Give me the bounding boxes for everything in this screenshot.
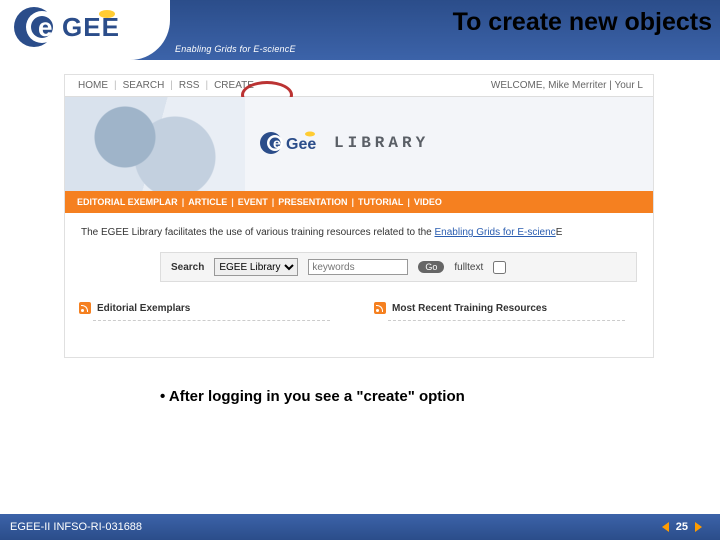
nav-search[interactable]: SEARCH — [120, 80, 168, 91]
nav-sep: | — [167, 80, 176, 91]
fulltext-label: fulltext — [454, 262, 483, 273]
intro-prefix: The EGEE Library facilitates the use of … — [81, 227, 435, 238]
search-go-button[interactable]: Go — [418, 261, 444, 273]
footer-right: 25 — [662, 521, 720, 533]
tab-video[interactable]: VIDEO — [414, 197, 442, 207]
tab-editorial[interactable]: EDITORIAL EXEMPLAR — [77, 197, 178, 207]
svg-text:Gee: Gee — [286, 136, 316, 153]
welcome-trail: | Your L — [609, 80, 643, 91]
fulltext-checkbox[interactable] — [493, 261, 506, 274]
slide-bullet: • After logging in you see a "create" op… — [160, 388, 465, 405]
rss-icon[interactable] — [79, 302, 91, 314]
intro-link[interactable]: Enabling Grids for E-scienc — [435, 227, 556, 238]
tab-article[interactable]: ARTICLE — [188, 197, 227, 207]
columns: Editorial Exemplars Most Recent Training… — [65, 282, 653, 327]
page-number: 25 — [673, 521, 691, 533]
slide-header: GEE e Enabling Grids for E-sciencE To cr… — [0, 0, 720, 60]
egee-mini-logo: e Gee — [260, 129, 328, 157]
left-col-heading: Editorial Exemplars — [79, 302, 344, 314]
nav-sep: | — [202, 80, 211, 91]
next-slide-icon[interactable] — [695, 522, 702, 532]
footer-left: EGEE-II INFSO-RI-031688 — [0, 521, 142, 533]
intro-text: The EGEE Library facilitates the use of … — [65, 213, 653, 248]
search-keywords-input[interactable] — [308, 259, 408, 275]
search-label: Search — [171, 262, 204, 273]
slide-title: To create new objects — [453, 8, 712, 37]
svg-text:e: e — [273, 135, 281, 151]
library-topnav: HOME | SEARCH | RSS | CREATE WELCOME, Mi… — [65, 75, 653, 97]
library-banner: e Gee LIBRARY — [65, 97, 653, 191]
right-col-heading: Most Recent Training Resources — [374, 302, 639, 314]
svg-text:e: e — [38, 12, 52, 42]
tab-tutorial[interactable]: TUTORIAL — [358, 197, 403, 207]
divider — [388, 320, 625, 321]
welcome-user: Mike Merriter — [548, 80, 606, 91]
search-row: Search EGEE Library Go fulltext — [160, 252, 637, 282]
logo-container: GEE e — [0, 0, 170, 60]
library-word: LIBRARY — [334, 134, 429, 152]
right-heading-text: Most Recent Training Resources — [392, 303, 547, 314]
left-heading-text: Editorial Exemplars — [97, 303, 190, 314]
nav-create[interactable]: CREATE — [211, 80, 257, 91]
tagline: Enabling Grids for E-sciencE — [175, 44, 296, 54]
nav-home[interactable]: HOME — [75, 80, 111, 91]
prev-slide-icon[interactable] — [662, 522, 669, 532]
tab-presentation[interactable]: PRESENTATION — [278, 197, 347, 207]
divider — [93, 320, 330, 321]
tab-event[interactable]: EVENT — [238, 197, 268, 207]
slide-footer: EGEE-II INFSO-RI-031688 25 — [0, 514, 720, 540]
library-tabs: EDITORIAL EXEMPLAR| ARTICLE| EVENT| PRES… — [65, 191, 653, 213]
banner-logo: e Gee LIBRARY — [260, 129, 429, 157]
egee-logo: GEE e — [12, 4, 152, 50]
welcome-label: WELCOME, — [491, 80, 545, 91]
nav-rss[interactable]: RSS — [176, 80, 203, 91]
nav-sep: | — [111, 80, 120, 91]
search-scope-select[interactable]: EGEE Library — [214, 258, 298, 276]
library-screenshot: HOME | SEARCH | RSS | CREATE WELCOME, Mi… — [64, 74, 654, 358]
banner-art — [65, 97, 245, 191]
intro-suffix: E — [556, 227, 563, 238]
rss-icon[interactable] — [374, 302, 386, 314]
